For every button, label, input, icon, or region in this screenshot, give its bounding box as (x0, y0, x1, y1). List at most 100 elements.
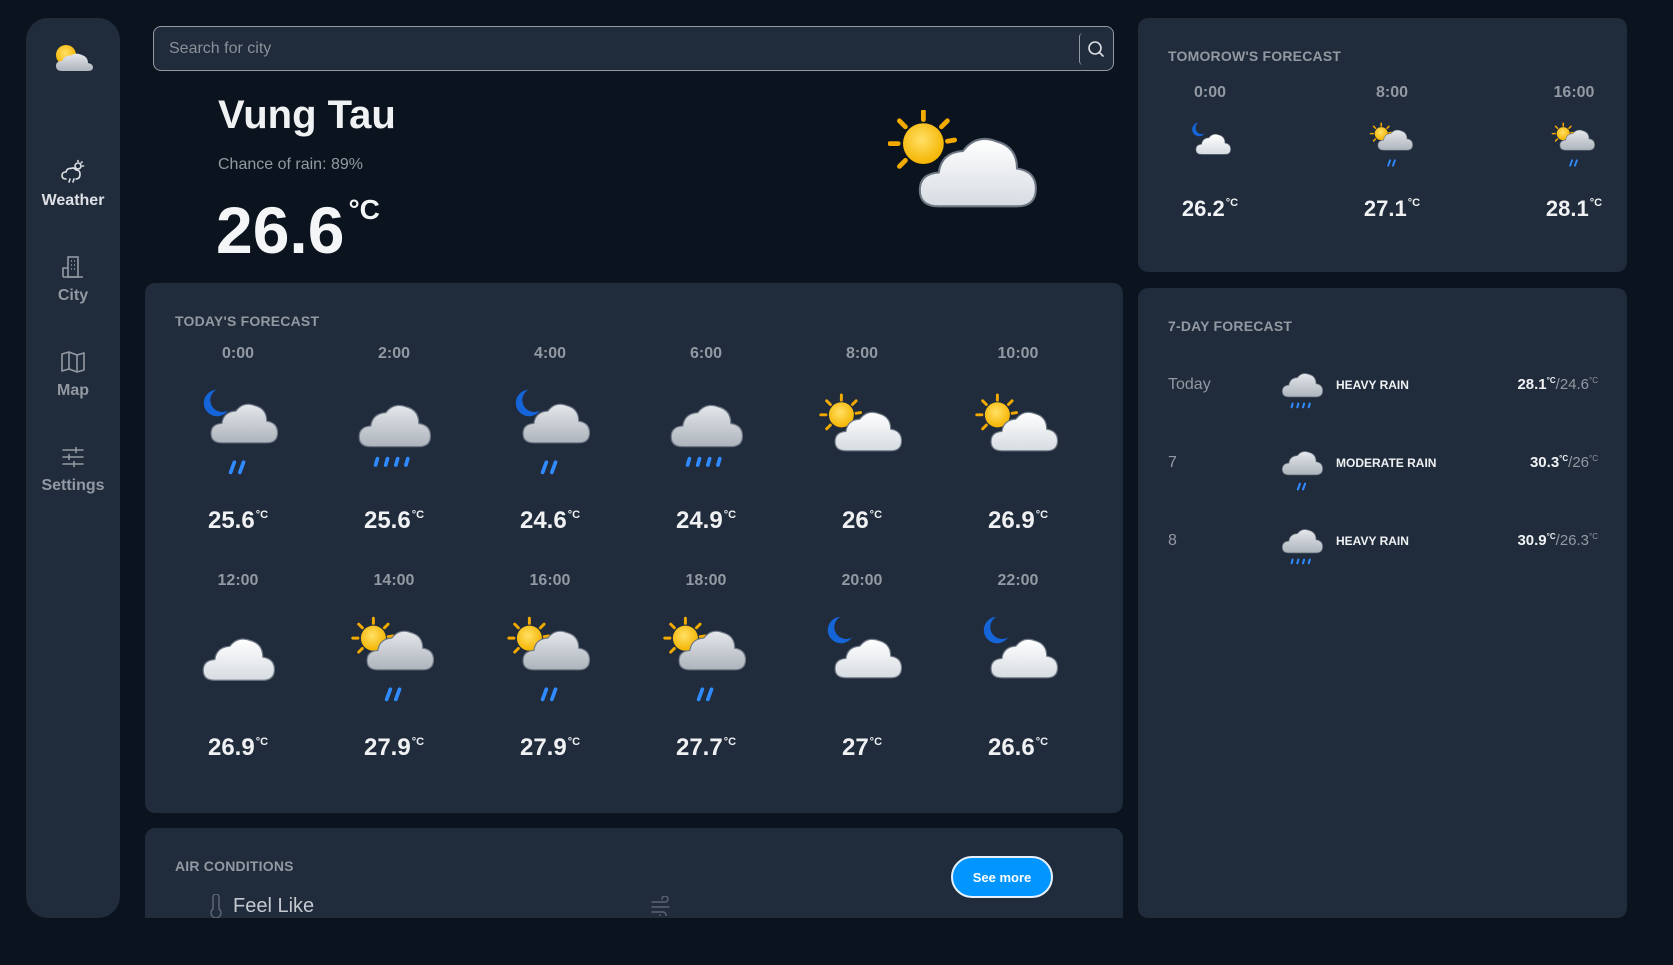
day-forecast-row: 8 HEAVY RAIN 30.9°C/26.3°C (1168, 514, 1598, 574)
sun-cloud-icon (819, 393, 903, 452)
sun-cloud-rain-icon (1369, 122, 1413, 167)
temp-unit: °C (1035, 509, 1049, 521)
temp-unit: °C (1407, 197, 1421, 209)
rain-chance: Chance of rain: 89% (218, 156, 363, 173)
forecast-time: 16:00 (1553, 84, 1595, 101)
forecast-temperature: 27.9°C (480, 734, 620, 762)
temp-value: 27.9 (519, 734, 567, 761)
tomorrows-forecast-title: TOMOROW'S FORECAST (1168, 48, 1342, 64)
weather-icon (61, 159, 85, 183)
search-icon (1088, 41, 1104, 57)
sidebar-item-city[interactable]: City (26, 253, 120, 305)
temp-unit: °C (1559, 454, 1569, 463)
low-temp: 26.3 (1559, 532, 1590, 549)
sidebar-item-label: Settings (41, 477, 105, 494)
day-temperature-range: 30.9°C/26.3°C (1517, 532, 1598, 549)
temp-unit: °C (255, 736, 269, 748)
forecast-temperature: 27.1°C (1332, 196, 1452, 222)
temp-value: 26.9 (207, 734, 255, 761)
moon-cloud-icon (827, 616, 903, 679)
sidebar-item-weather[interactable]: Weather (26, 158, 120, 210)
feel-like-label: Feel Like (233, 894, 315, 917)
forecast-time: 0:00 (1193, 84, 1227, 101)
seven-day-forecast-panel: 7-DAY FORECAST Today HEAVY RAIN 28.1°C/24.… (1138, 288, 1627, 918)
forecast-temperature: 24.6°C (480, 507, 620, 535)
temp-unit: °C (1035, 736, 1049, 748)
temp-value: 27.7 (675, 734, 723, 761)
forecast-time: 22:00 (997, 572, 1039, 589)
forecast-time: 16:00 (529, 572, 571, 589)
forecast-temperature: 27.9°C (324, 734, 464, 762)
high-temp: 30.3 (1529, 454, 1560, 471)
temp-unit: °C (567, 736, 581, 748)
temp-unit: °C (1589, 197, 1603, 209)
temp-unit: °C (348, 194, 380, 225)
temp-value: 27.1 (1363, 196, 1407, 221)
forecast-temperature: 25.6°C (168, 507, 308, 535)
temp-value: 25.6 (363, 507, 411, 534)
search-input[interactable] (154, 27, 1113, 70)
forecast-time: 8:00 (845, 345, 879, 362)
temp-unit: °C (1589, 376, 1598, 385)
temp-unit: °C (1589, 454, 1598, 463)
temp-unit: °C (723, 509, 737, 521)
tomorrow-forecast-item: 16:00 28.1°C (1514, 84, 1634, 222)
forecast-temperature: 27°C (792, 734, 932, 762)
sidebar-item-map[interactable]: Map (26, 348, 120, 400)
see-more-button[interactable]: See more (951, 856, 1053, 898)
temp-value: 26.9 (987, 507, 1035, 534)
temp-value: 27 (841, 734, 869, 761)
high-temp: 28.1 (1517, 376, 1547, 393)
moon-cloud-icon (1192, 122, 1231, 155)
day-forecast-row: 7 MODERATE RAIN 30.3°C/26°C (1168, 436, 1598, 496)
temp-unit: °C (567, 509, 581, 521)
forecast-temperature: 26.2°C (1150, 196, 1270, 222)
forecast-time: 20:00 (841, 572, 883, 589)
current-temperature: 26.6 °C (216, 192, 380, 268)
todays-forecast-title: TODAY'S FORECAST (175, 313, 320, 329)
forecast-temperature: 26.6°C (948, 734, 1088, 762)
hourly-forecast-item: 10:00 26.9°C (948, 345, 1088, 535)
app-logo-icon (56, 45, 93, 71)
cloud-heavy-rain-icon (670, 404, 744, 467)
cloud-heavy-rain-icon (358, 404, 432, 467)
high-temp: 30.9 (1517, 532, 1547, 549)
temp-unit: °C (1546, 532, 1556, 541)
forecast-time: 14:00 (373, 572, 415, 589)
sidebar-item-settings[interactable]: Settings (26, 443, 120, 495)
wind-icon (651, 896, 670, 916)
air-conditions-panel: AIR CONDITIONS See more Feel Like (145, 828, 1123, 918)
sun-cloud-rain-icon (507, 616, 591, 702)
forecast-temperature: 25.6°C (324, 507, 464, 535)
forecast-time: 6:00 (689, 345, 723, 362)
air-conditions-title: AIR CONDITIONS (175, 858, 294, 874)
day-name: 8 (1168, 532, 1177, 549)
cloud-heavy-rain-icon (1281, 373, 1323, 409)
day-forecast-row: Today HEAVY RAIN 28.1°C/24.6°C (1168, 358, 1598, 418)
search-button[interactable] (1079, 33, 1112, 65)
temp-unit: °C (1546, 376, 1556, 385)
forecast-time: 8:00 (1375, 84, 1409, 101)
day-name: 7 (1168, 454, 1177, 471)
sun-cloud-rain-icon (351, 616, 435, 702)
hourly-forecast-item: 12:00 26.9°C (168, 572, 308, 762)
current-temp-value: 26.6 (216, 193, 345, 267)
forecast-temperature: 27.7°C (636, 734, 776, 762)
forecast-time: 0:00 (221, 345, 255, 362)
tomorrows-forecast-panel: TOMOROW'S FORECAST 0:00 26.2°C 8:00 27.1°C 1… (1138, 18, 1627, 272)
temp-unit: °C (869, 736, 883, 748)
seven-day-forecast-title: 7-DAY FORECAST (1168, 318, 1293, 334)
hourly-forecast-item: 22:00 26.6°C (948, 572, 1088, 762)
temp-unit: °C (723, 736, 737, 748)
forecast-time: 12:00 (217, 572, 259, 589)
day-temperature-range: 28.1°C/24.6°C (1517, 376, 1598, 393)
forecast-temperature: 26.9°C (168, 734, 308, 762)
city-name: Vung Tau (218, 93, 396, 137)
temp-unit: °C (1225, 197, 1239, 209)
temp-unit: °C (255, 509, 269, 521)
hourly-forecast-item: 20:00 27°C (792, 572, 932, 762)
partly-cloudy-sun-icon (888, 110, 1037, 208)
cloud-heavy-rain-icon (1281, 529, 1323, 565)
hourly-forecast-item: 6:00 24.9°C (636, 345, 776, 535)
sun-cloud-icon (975, 393, 1059, 452)
